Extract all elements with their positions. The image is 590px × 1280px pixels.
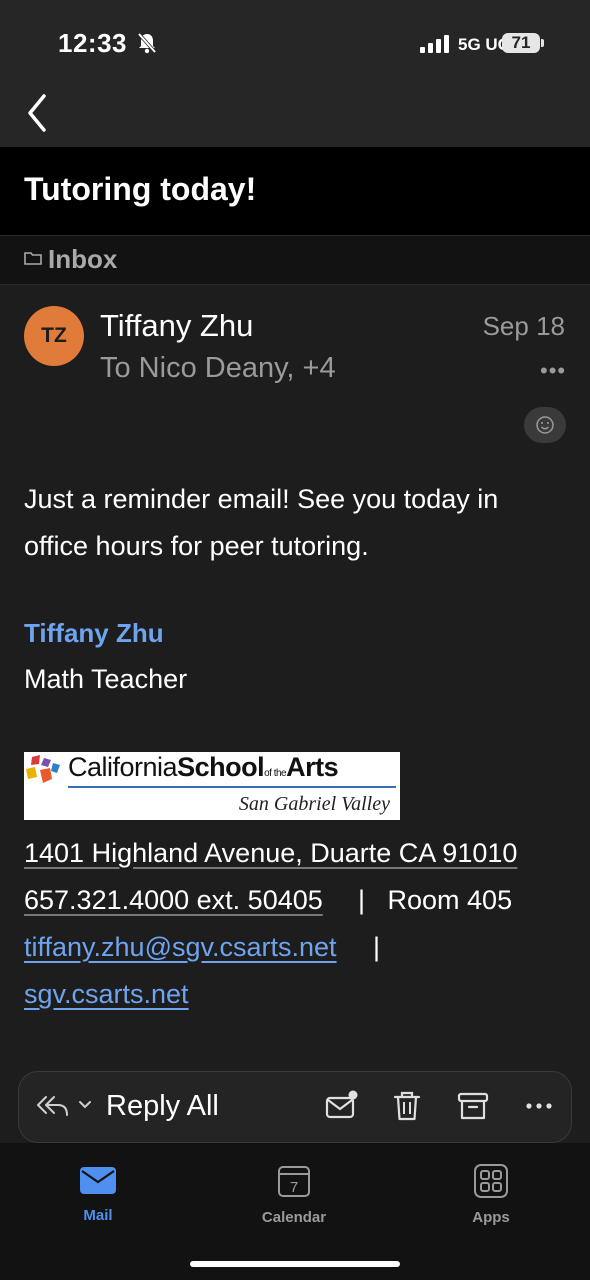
folder-label[interactable]: Inbox xyxy=(48,244,117,275)
address-link[interactable]: 1401 Highland Avenue, Duarte CA 91010 xyxy=(24,838,517,869)
reply-all-icon[interactable] xyxy=(36,1093,70,1119)
signature-name: Tiffany Zhu xyxy=(24,618,164,648)
recipients[interactable]: To Nico Deany, +4 xyxy=(100,352,336,385)
logo-subtitle: San Gabriel Valley xyxy=(238,793,390,815)
signature-title: Math Teacher xyxy=(24,664,188,694)
mark-unread-icon[interactable] xyxy=(324,1089,358,1123)
logo-mark-icon xyxy=(26,755,60,783)
logo-rule xyxy=(68,786,396,788)
tab-apps-label: Apps xyxy=(472,1209,510,1226)
website-link[interactable]: sgv.csarts.net xyxy=(24,979,189,1010)
home-indicator[interactable] xyxy=(190,1261,400,1267)
separator: | xyxy=(373,932,381,962)
school-logo: CaliforniaSchoolof theArts San Gabriel V… xyxy=(24,752,400,820)
signal-icon xyxy=(420,35,449,53)
battery-icon: 71 xyxy=(502,33,540,53)
tab-apps[interactable]: Apps xyxy=(431,1164,551,1226)
calendar-icon: 7 xyxy=(278,1166,310,1197)
email-date: Sep 18 xyxy=(482,311,565,341)
reply-all-button[interactable]: Reply All xyxy=(106,1090,219,1123)
tab-mail-label: Mail xyxy=(83,1207,113,1224)
logo-wordmark: CaliforniaSchoolof theArts xyxy=(68,752,339,782)
add-reaction-button[interactable] xyxy=(524,407,566,443)
top-bar xyxy=(0,0,590,147)
status-time: 12:33 xyxy=(58,28,127,58)
smiley-icon xyxy=(536,416,554,434)
room-label: | Room 405 xyxy=(358,885,513,915)
tab-mail[interactable]: Mail xyxy=(38,1164,158,1224)
chevron-left-icon[interactable] xyxy=(24,92,50,134)
email-body: Just a reminder email! See you today in … xyxy=(24,484,499,561)
phone-link[interactable]: 657.321.4000 ext. 50405 xyxy=(24,885,323,916)
more-options-icon[interactable]: ••• xyxy=(540,358,566,384)
email-link[interactable]: tiffany.zhu@sgv.csarts.net xyxy=(24,932,337,963)
tab-calendar[interactable]: 7 Calendar xyxy=(234,1164,354,1226)
calendar-day: 7 xyxy=(290,1179,298,1196)
archive-icon[interactable] xyxy=(456,1089,490,1123)
folder-icon xyxy=(24,252,42,265)
mail-icon xyxy=(80,1167,116,1194)
apps-icon xyxy=(474,1164,508,1198)
sender-name[interactable]: Tiffany Zhu xyxy=(100,308,253,344)
email-subject: Tutoring today! xyxy=(24,171,257,207)
avatar[interactable]: TZ xyxy=(24,306,84,366)
battery-tip xyxy=(541,39,544,47)
tab-calendar-label: Calendar xyxy=(261,1209,327,1226)
more-icon[interactable] xyxy=(522,1089,556,1123)
chevron-down-icon[interactable] xyxy=(78,1099,92,1111)
silent-bell-icon xyxy=(137,32,157,54)
trash-icon[interactable] xyxy=(390,1089,424,1123)
